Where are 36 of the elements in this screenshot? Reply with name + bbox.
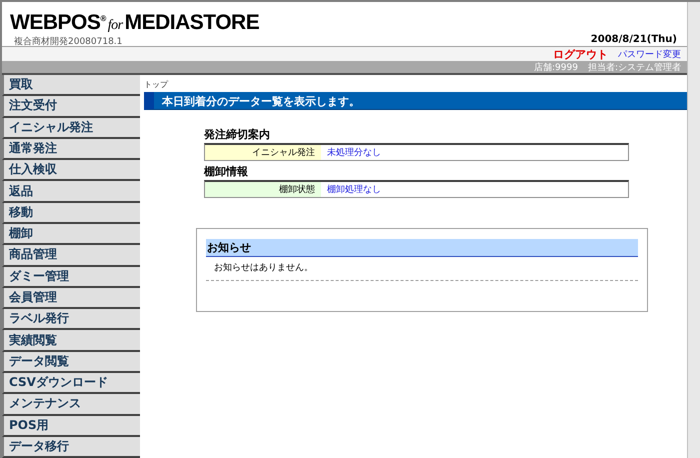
staff-text: 担当者:システム管理者	[588, 62, 681, 74]
sidebar-item[interactable]: メンテナンス	[2, 394, 140, 416]
logo: WEBPOS$^{®}$for MEDIASTORE	[10, 10, 260, 36]
scrollbar[interactable]	[687, 2, 700, 458]
version-text: 複合商材開発20080718.1	[14, 37, 124, 48]
store-text: 店舗:9999	[534, 62, 578, 74]
logout-link[interactable]: ログアウト	[553, 46, 608, 62]
breadcrumb[interactable]: トップ	[144, 79, 687, 90]
sidebar-item[interactable]: イニシャル発注	[2, 118, 140, 139]
password-change-link[interactable]: パスワード変更	[618, 48, 681, 60]
sidebar-item[interactable]: CSVダウンロード	[2, 372, 140, 394]
sidebar-item[interactable]: 買取	[2, 75, 140, 96]
sidebar-item[interactable]: データ閲覧	[2, 352, 140, 373]
section-title: 発注締切案内	[204, 127, 271, 142]
status-link[interactable]: 棚卸処理なし	[321, 182, 381, 197]
date-text: 2008/8/21(Thu)	[590, 34, 677, 45]
sidebar-item[interactable]: 商品管理	[2, 245, 140, 267]
sidebar-item[interactable]: ダミー管理	[2, 266, 140, 288]
section-title: 棚卸情報	[204, 164, 249, 179]
sidebar-item[interactable]: 棚卸	[2, 224, 140, 246]
row-label: イニシャル発注	[205, 145, 321, 160]
notice-title: お知らせ	[206, 239, 638, 257]
sidebar-item[interactable]: データ移行	[2, 436, 140, 458]
sidebar-item[interactable]: 会員管理	[2, 288, 140, 310]
sidebar-item[interactable]: 注文受付	[2, 96, 140, 118]
sidebar-item[interactable]: 実績閲覧	[2, 330, 140, 352]
sidebar-item[interactable]: ラベル発行	[2, 309, 140, 330]
sidebar-item[interactable]: POS用	[2, 416, 140, 437]
sidebar-item[interactable]: 移動	[2, 202, 140, 224]
page-banner: 本日到着分のデーター覧を表示します。	[144, 92, 687, 110]
sidebar-item[interactable]: 仕入検収	[2, 160, 140, 182]
sidebar-item[interactable]: 返品	[2, 181, 140, 203]
sidebar-item[interactable]: 通常発注	[2, 138, 140, 160]
status-link[interactable]: 未処理分なし	[321, 145, 381, 160]
notice-message: お知らせはありません。	[206, 257, 638, 281]
row-label: 棚卸状態	[205, 182, 321, 197]
